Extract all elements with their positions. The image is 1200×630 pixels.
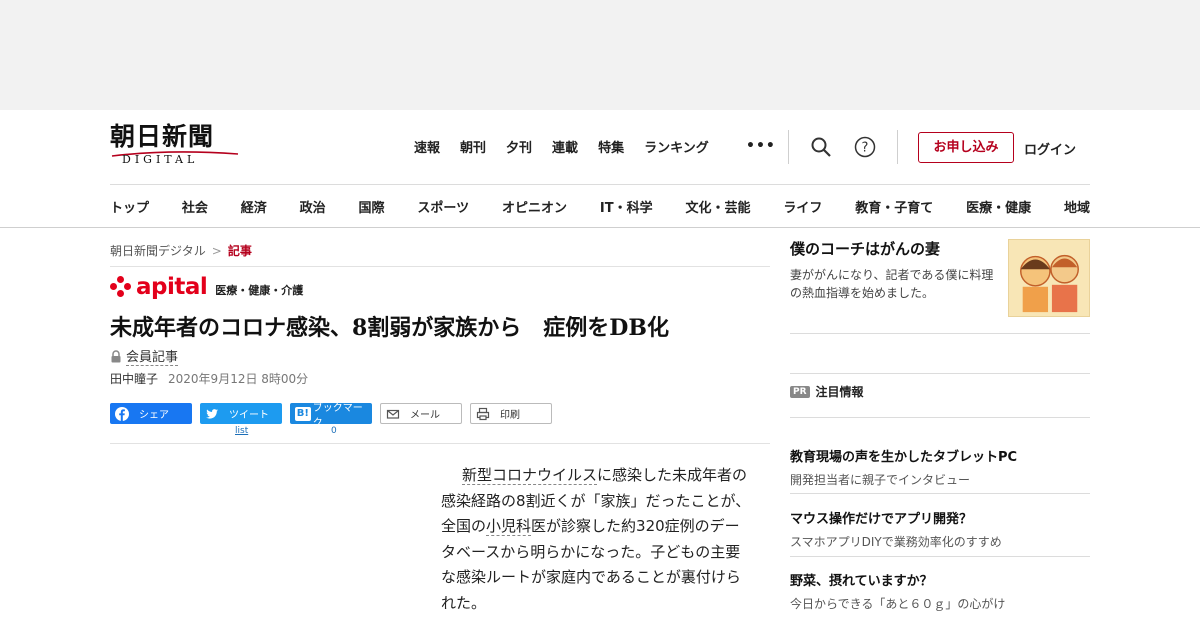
divider	[790, 556, 1090, 557]
breadcrumb-home[interactable]: 朝日新聞デジタル	[110, 244, 206, 258]
hatena-icon: B!	[295, 406, 311, 421]
hatena-count: 0	[331, 426, 337, 436]
nav-ranking[interactable]: ランキング	[644, 137, 709, 156]
header-divider	[788, 130, 789, 164]
sponsored-title[interactable]: マウス操作だけでアプリ開発？	[790, 508, 1090, 527]
help-icon[interactable]: ?	[854, 136, 876, 158]
nav-tokushu[interactable]: 特集	[598, 137, 624, 156]
logo-text: 朝日新聞	[110, 122, 215, 151]
nav-choukan[interactable]: 朝刊	[460, 137, 486, 156]
divider	[790, 493, 1090, 494]
divider	[790, 417, 1090, 418]
divider	[790, 373, 1090, 374]
apital-logo-icon	[110, 276, 132, 298]
section-top[interactable]: トップ	[110, 197, 149, 216]
twitter-share-label: ツイート	[229, 410, 269, 421]
sponsored-item[interactable]: マウス操作だけでアプリ開発？ スマホアプリDIYで業務効率化のすすめ	[790, 508, 1090, 550]
hatena-bookmark-button[interactable]: B! ブックマーク	[290, 403, 372, 429]
pr-label: 注目情報	[815, 385, 864, 399]
promo-description: 妻ががんになり、記者である僕に料理の熱血指導を始めました。	[790, 268, 994, 300]
breadcrumb: 朝日新聞デジタル > 記事	[110, 242, 252, 259]
ad-banner-area	[0, 0, 1200, 110]
lock-icon	[111, 349, 121, 362]
nav-rensai[interactable]: 連載	[552, 137, 578, 156]
svg-text:?: ?	[862, 141, 869, 156]
header-divider	[897, 130, 898, 164]
sidebar-promo[interactable]: 僕のコーチはがんの妻 妻ががんになり、記者である僕に料理の熱血指導を始めました。	[790, 238, 1090, 317]
section-international[interactable]: 国際	[359, 197, 385, 216]
sponsored-title[interactable]: 野菜、摂れていますか？	[790, 570, 1090, 589]
member-label[interactable]: 会員記事	[126, 346, 179, 366]
article-body: 新型コロナウイルスに感染した未成年者の感染経路の8割近くが「家族」だったことが、…	[441, 463, 751, 616]
pr-badge: PR	[790, 385, 810, 398]
facebook-icon	[115, 406, 129, 421]
sponsored-desc: 今日からできる「あと６０ｇ」の心がけ	[790, 597, 1006, 611]
twitter-count[interactable]: list	[235, 426, 248, 436]
top-nav: 速報 朝刊 夕刊 連載 特集 ランキング	[414, 137, 729, 156]
section-politics[interactable]: 政治	[300, 197, 326, 216]
apital-wordmark: apital	[136, 274, 208, 300]
publish-date: 2020年9月12日 8時00分	[168, 372, 309, 386]
pr-header: PR 注目情報	[790, 383, 864, 400]
sponsored-item[interactable]: 野菜、摂れていますか？ 今日からできる「あと６０ｇ」の心がけ	[790, 570, 1090, 612]
section-opinion[interactable]: オピニオン	[502, 197, 567, 216]
section-health[interactable]: 医療・健康	[966, 197, 1031, 216]
section-sports[interactable]: スポーツ	[417, 197, 469, 216]
sponsored-desc: スマホアプリDIYで業務効率化のすすめ	[790, 535, 1002, 549]
mail-share-label: メール	[410, 410, 440, 421]
mail-share-button[interactable]: メール	[380, 403, 462, 424]
byline: 田中瞳子 2020年9月12日 8時00分	[110, 370, 308, 387]
hatena-share-label: ブックマーク	[312, 402, 363, 429]
breadcrumb-separator: >	[211, 244, 222, 258]
section-nav: トップ 社会 経済 政治 国際 スポーツ オピニオン IT・科学 文化・芸能 ラ…	[110, 197, 1090, 216]
site-header: 朝日新聞 DIGITAL 速報 朝刊 夕刊 連載 特集 ランキング ••• ? …	[0, 110, 1200, 228]
header-rule	[110, 184, 1090, 185]
nav-sokuho[interactable]: 速報	[414, 137, 440, 156]
keyword-link-covid[interactable]: 新型コロナウイルス	[462, 466, 598, 485]
logo-subtext: DIGITAL	[122, 153, 199, 166]
breadcrumb-current: 記事	[227, 244, 252, 258]
divider	[110, 443, 770, 444]
author: 田中瞳子	[110, 372, 159, 386]
member-badge: 会員記事	[110, 346, 179, 366]
sponsored-title[interactable]: 教育現場の声を生かしたタブレットPC	[790, 446, 1090, 465]
print-icon	[476, 407, 490, 420]
apital-brand[interactable]: apital 医療・健康・介護	[110, 274, 304, 300]
divider	[110, 266, 770, 267]
facebook-share-button[interactable]: シェア	[110, 403, 192, 424]
nav-yuukan[interactable]: 夕刊	[506, 137, 532, 156]
facebook-share-label: シェア	[139, 410, 169, 421]
article-title: 未成年者のコロナ感染、8割弱が家族から 症例をDB化	[110, 315, 669, 341]
section-it-science[interactable]: IT・科学	[600, 197, 653, 216]
twitter-icon	[206, 408, 218, 419]
sponsored-item[interactable]: 教育現場の声を生かしたタブレットPC 開発担当者に親子でインタビュー	[790, 446, 1090, 488]
print-button[interactable]: 印刷	[470, 403, 552, 424]
print-label: 印刷	[500, 410, 520, 421]
promo-illustration[interactable]	[1008, 239, 1090, 317]
keyword-link-pediatrics[interactable]: 小児科	[486, 517, 532, 536]
section-life[interactable]: ライフ	[783, 197, 822, 216]
section-region[interactable]: 地域	[1064, 197, 1090, 216]
section-society[interactable]: 社会	[182, 197, 208, 216]
divider	[790, 333, 1090, 334]
mail-icon	[386, 409, 400, 419]
login-link[interactable]: ログイン	[1024, 139, 1076, 158]
subscribe-button[interactable]: お申し込み	[918, 132, 1014, 163]
site-logo[interactable]: 朝日新聞 DIGITAL	[110, 123, 242, 171]
section-culture[interactable]: 文化・芸能	[685, 197, 750, 216]
sponsored-desc: 開発担当者に親子でインタビュー	[790, 473, 971, 487]
section-economy[interactable]: 経済	[241, 197, 267, 216]
apital-category: 医療・健康・介護	[215, 284, 304, 297]
search-icon[interactable]	[810, 136, 832, 158]
section-education[interactable]: 教育・子育て	[855, 197, 933, 216]
more-menu-button[interactable]: •••	[746, 138, 776, 154]
twitter-share-button[interactable]: ツイート	[200, 403, 282, 424]
